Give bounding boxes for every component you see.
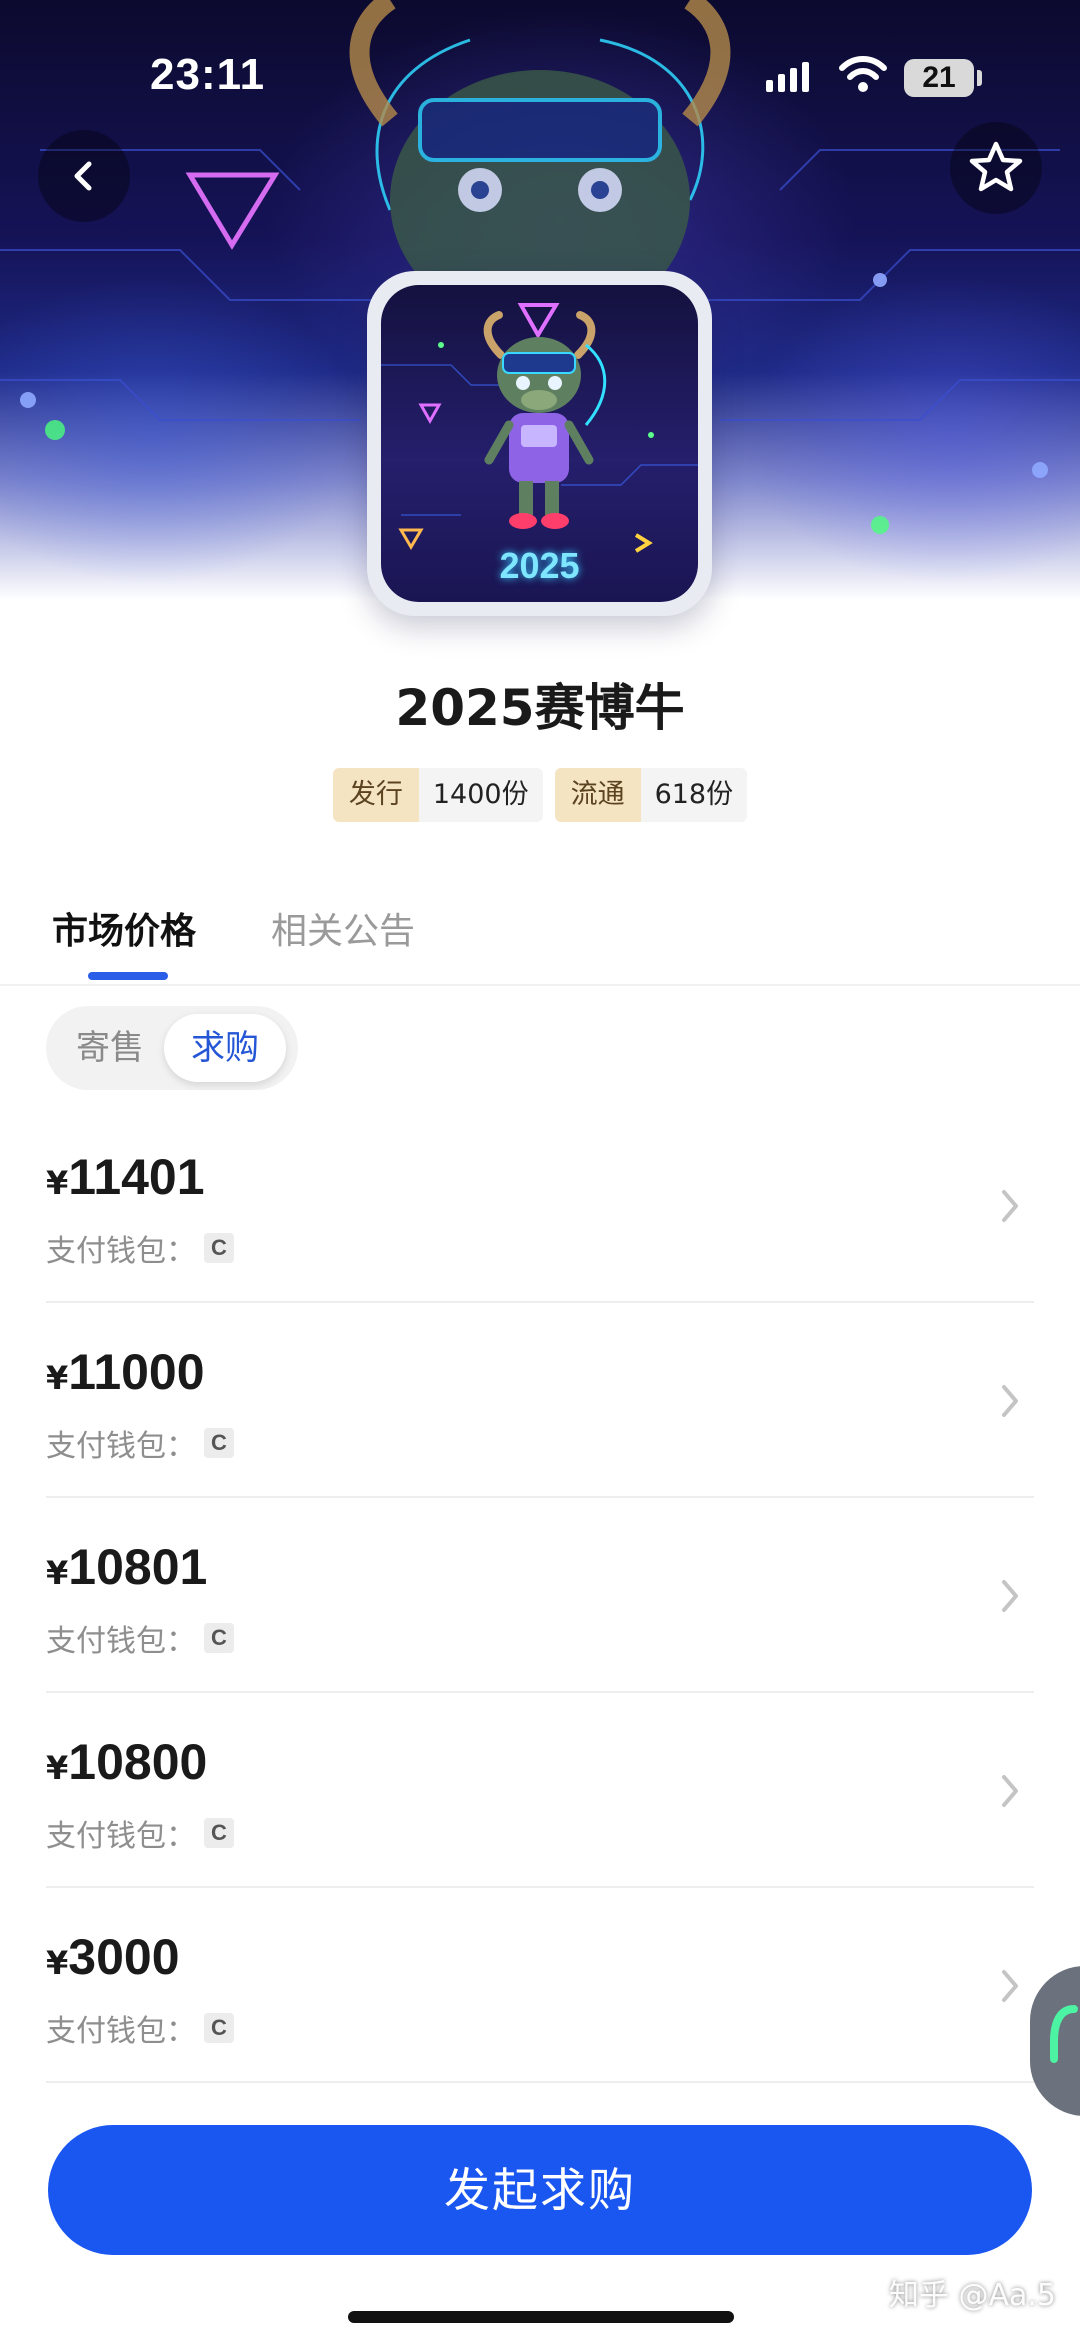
price: ¥10800 — [46, 1733, 207, 1791]
issue-value: 1400份 — [418, 768, 543, 822]
wallet-label: 支付钱包： — [46, 1234, 196, 1269]
currency-symbol: ¥ — [46, 1749, 69, 1787]
circulation-tag: 流通 618份 — [554, 768, 748, 822]
circulation-value: 618份 — [640, 768, 748, 822]
price-value: 10800 — [68, 1734, 208, 1790]
segment-consign[interactable]: 寄售 — [76, 1006, 144, 1090]
chevron-right-icon — [1002, 1190, 1018, 1222]
wifi-icon — [839, 56, 887, 92]
wallet-info: 支付钱包： C — [46, 1421, 234, 1465]
wallet-badge: C — [204, 1623, 234, 1653]
collection-tags: 发行 1400份 流通 618份 — [0, 768, 1080, 822]
collection-cover: 2025 — [367, 271, 712, 616]
wallet-label: 支付钱包： — [46, 2014, 196, 2049]
signal-bars-icon — [766, 62, 809, 92]
collection-title: 2025赛博牛 — [395, 679, 685, 737]
list-item[interactable]: ¥3000 支付钱包： C — [46, 1888, 1034, 2083]
favorite-button[interactable] — [950, 122, 1042, 214]
list-item[interactable]: ¥11000 支付钱包： C — [46, 1303, 1034, 1498]
triangle-glyph — [185, 172, 280, 250]
list-item[interactable]: ¥11401 支付钱包： C — [46, 1108, 1034, 1303]
cover-artwork: 2025 — [381, 285, 698, 602]
price-value: 11401 — [68, 1149, 205, 1205]
chevron-right-icon — [1002, 1580, 1018, 1612]
buy-order-list: ¥11401 支付钱包： C ¥11000 支付钱包： C ¥10801 支付钱… — [46, 1108, 1034, 2083]
price: ¥11000 — [46, 1343, 205, 1401]
create-buy-order-button[interactable]: 发起求购 — [48, 2125, 1032, 2255]
wallet-badge: C — [204, 1818, 234, 1848]
order-type-segment: 寄售 求购 — [46, 1006, 298, 1090]
currency-symbol: ¥ — [46, 1359, 69, 1397]
price-value: 10801 — [68, 1539, 208, 1595]
price: ¥3000 — [46, 1928, 180, 1986]
price-value: 11000 — [68, 1344, 205, 1400]
battery-tip — [977, 70, 982, 86]
wallet-label: 支付钱包： — [46, 1429, 196, 1464]
watermark-text: 知乎 @Aa.5 — [888, 2278, 1056, 2313]
currency-symbol: ¥ — [46, 1554, 69, 1592]
headset-icon — [1050, 2005, 1078, 2063]
list-item[interactable]: ¥10801 支付钱包： C — [46, 1498, 1034, 1693]
wallet-label: 支付钱包： — [46, 1819, 196, 1854]
chevron-right-icon — [1002, 1385, 1018, 1417]
wallet-label: 支付钱包： — [46, 1624, 196, 1659]
app-screen: 23:11 21 2025 2025赛博牛 发行 1400份 流通 618份 市… — [0, 0, 1080, 2347]
tab-market-price[interactable]: 市场价格 — [52, 902, 196, 954]
wallet-info: 支付钱包： C — [46, 2006, 234, 2050]
currency-symbol: ¥ — [46, 1164, 69, 1202]
status-time: 23:11 — [150, 50, 266, 99]
tab-notices[interactable]: 相关公告 — [271, 902, 415, 954]
tab-bar: 市场价格 相关公告 — [0, 896, 1080, 986]
list-item[interactable]: ¥10800 支付钱包： C — [46, 1693, 1034, 1888]
floating-assist-button[interactable] — [1030, 1966, 1080, 2116]
star-outline-icon — [969, 141, 1023, 192]
cover-year-text: 2025 — [499, 545, 580, 586]
home-indicator — [348, 2311, 734, 2323]
wallet-badge: C — [204, 1233, 234, 1263]
battery-indicator: 21 — [904, 59, 974, 97]
chevron-left-icon — [74, 161, 92, 191]
currency-symbol: ¥ — [46, 1944, 69, 1982]
issue-label: 发行 — [332, 768, 419, 822]
circulation-label: 流通 — [554, 768, 641, 822]
chevron-right-icon — [1002, 1970, 1018, 2002]
segment-buy[interactable]: 求购 — [164, 1014, 286, 1082]
active-tab-indicator — [88, 972, 168, 980]
wallet-info: 支付钱包： C — [46, 1616, 234, 1660]
price: ¥10801 — [46, 1538, 207, 1596]
status-bar: 23:11 21 — [0, 0, 1080, 140]
wallet-badge: C — [204, 1428, 234, 1458]
price-value: 3000 — [68, 1929, 180, 1985]
chevron-right-icon — [1002, 1775, 1018, 1807]
back-button[interactable] — [38, 130, 130, 222]
wallet-badge: C — [204, 2013, 234, 2043]
wallet-info: 支付钱包： C — [46, 1226, 234, 1270]
price: ¥11401 — [46, 1148, 205, 1206]
wallet-info: 支付钱包： C — [46, 1811, 234, 1855]
issue-tag: 发行 1400份 — [332, 768, 543, 822]
